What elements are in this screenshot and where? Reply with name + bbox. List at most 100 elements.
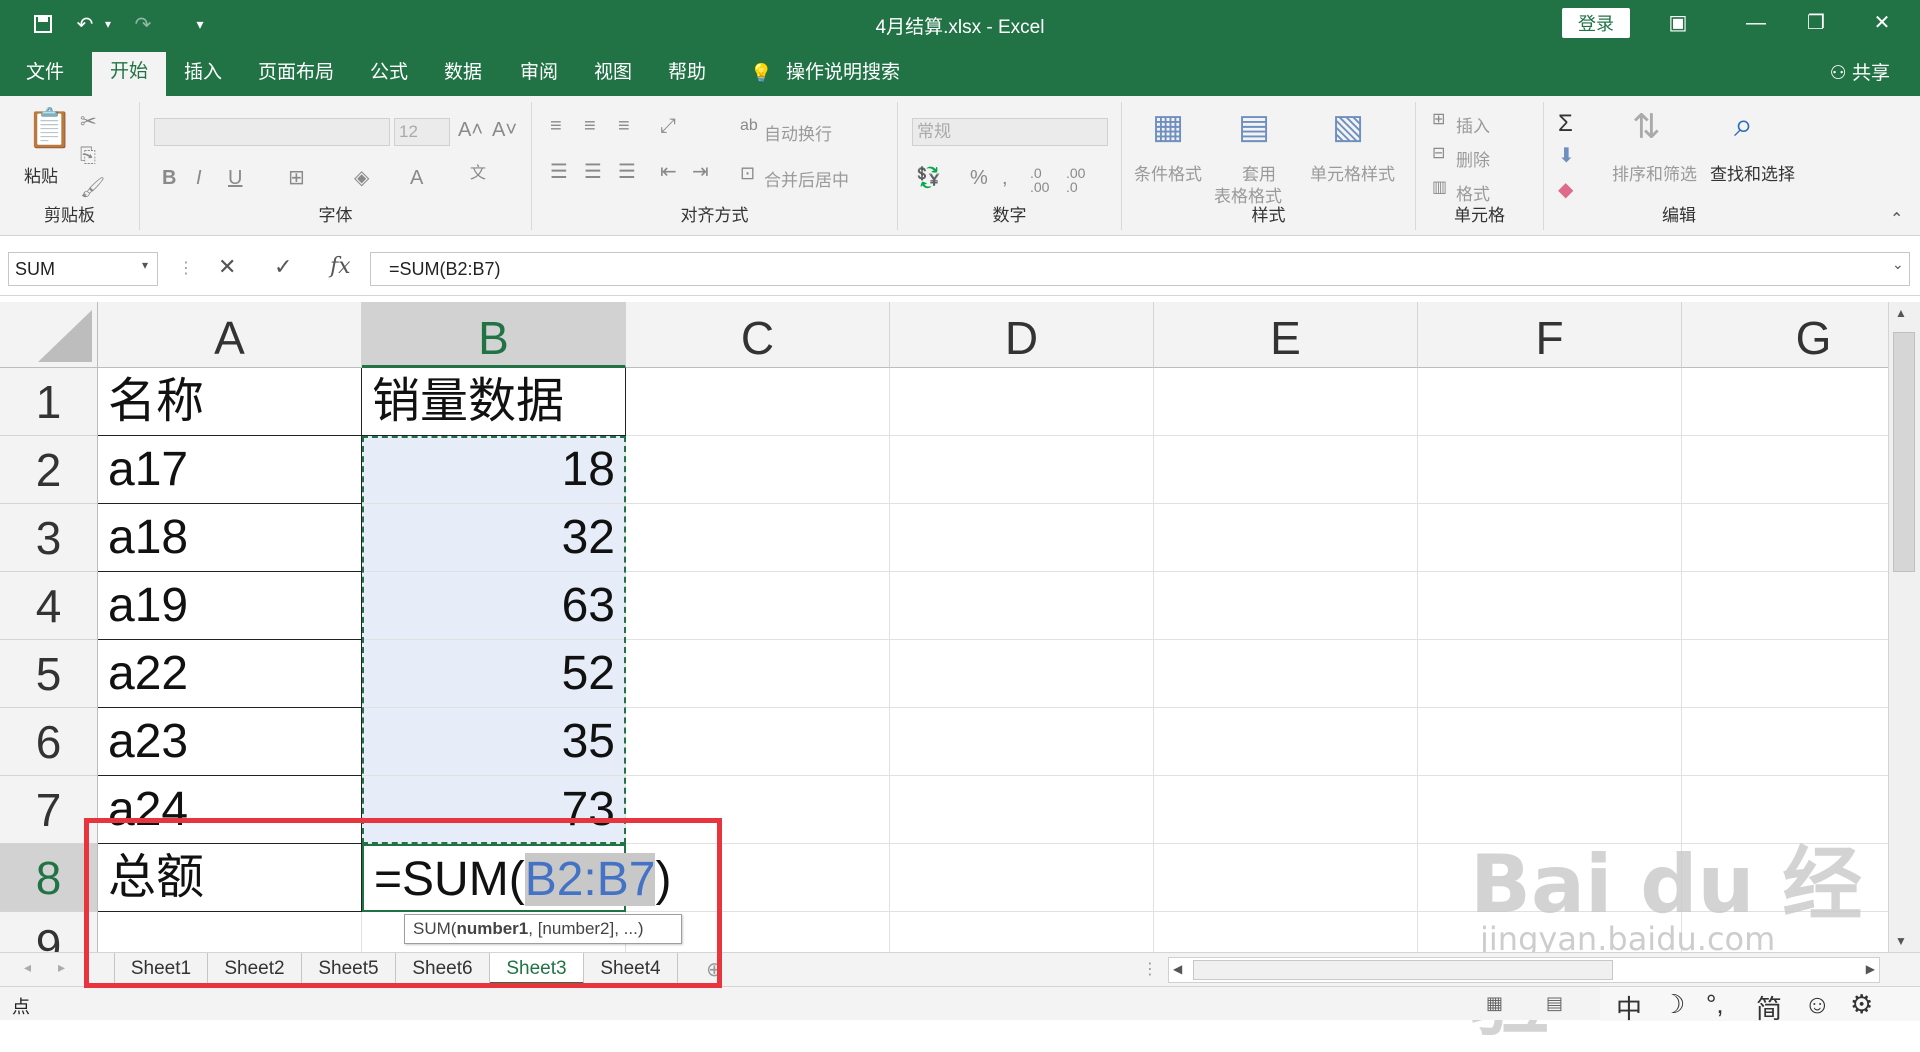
column-header-f[interactable]: F bbox=[1418, 302, 1682, 368]
tab-insert[interactable]: 插入 bbox=[180, 58, 226, 92]
column-header-b[interactable]: B bbox=[362, 302, 626, 368]
cell-a8[interactable]: 总额 bbox=[98, 844, 362, 912]
cut-icon[interactable]: ✂ bbox=[80, 112, 97, 132]
share-button[interactable]: ⚇ 共享 bbox=[1830, 58, 1890, 85]
minimize-icon[interactable]: — bbox=[1736, 8, 1776, 38]
cell-a7[interactable]: a24 bbox=[98, 776, 362, 844]
format-painter-icon[interactable]: 🖌 bbox=[80, 178, 105, 198]
delete-cells-button[interactable]: 删除 bbox=[1456, 146, 1490, 171]
increase-indent-icon[interactable]: ⇥ bbox=[692, 162, 709, 182]
cancel-icon[interactable]: ✕ bbox=[218, 254, 236, 280]
increase-font-icon[interactable]: A˄ bbox=[458, 120, 483, 140]
name-box-dropdown-icon[interactable]: ▾ bbox=[142, 258, 148, 272]
vertical-scroll-thumb[interactable] bbox=[1893, 332, 1915, 572]
paste-button[interactable]: 粘贴 bbox=[24, 162, 58, 187]
cell-b7[interactable]: 73 bbox=[362, 776, 626, 844]
horizontal-scroll-thumb[interactable] bbox=[1193, 960, 1613, 980]
row-header-6[interactable]: 6 bbox=[0, 708, 98, 776]
collapse-ribbon-icon[interactable]: ⌃ bbox=[1890, 212, 1903, 228]
currency-icon[interactable]: 💱 bbox=[916, 168, 941, 188]
align-top-icon[interactable]: ≡ bbox=[550, 116, 562, 136]
cell-a3[interactable]: a18 bbox=[98, 504, 362, 572]
ime-halfwidth-icon[interactable]: ☽ bbox=[1662, 989, 1685, 1020]
merge-center-button[interactable]: 合并后居中 bbox=[764, 166, 849, 191]
tab-review[interactable]: 审阅 bbox=[516, 58, 562, 92]
row-header-4[interactable]: 4 bbox=[0, 572, 98, 640]
fill-icon[interactable]: ⬇ bbox=[1558, 146, 1575, 166]
align-bottom-icon[interactable]: ≡ bbox=[618, 116, 630, 136]
align-center-icon[interactable]: ☰ bbox=[584, 162, 602, 182]
cell-b1[interactable]: 销量数据 bbox=[362, 368, 626, 436]
sheet-tab-4[interactable]: Sheet4 bbox=[584, 953, 678, 985]
tell-me-search[interactable]: 操作说明搜索 bbox=[782, 58, 904, 92]
cell-a4[interactable]: a19 bbox=[98, 572, 362, 640]
cell-a5[interactable]: a22 bbox=[98, 640, 362, 708]
sheet-tab-5[interactable]: Sheet5 bbox=[302, 953, 396, 985]
sheet-tab-1[interactable]: Sheet1 bbox=[114, 953, 208, 985]
cell-a2[interactable]: a17 bbox=[98, 436, 362, 504]
split-handle-icon[interactable]: ⋮ bbox=[1142, 959, 1158, 979]
ime-simplified[interactable]: 简 bbox=[1756, 989, 1782, 1026]
sheet-tab-6[interactable]: Sheet6 bbox=[396, 953, 490, 985]
fill-color-icon[interactable]: ◈ bbox=[354, 168, 369, 188]
row-header-3[interactable]: 3 bbox=[0, 504, 98, 572]
align-middle-icon[interactable]: ≡ bbox=[584, 116, 596, 136]
login-button[interactable]: 登录 bbox=[1562, 8, 1630, 38]
enter-icon[interactable]: ✓ bbox=[274, 254, 292, 280]
underline-icon[interactable]: U bbox=[228, 168, 242, 188]
sheet-tab-3-active[interactable]: Sheet3 bbox=[490, 953, 584, 985]
orientation-icon[interactable]: ⤢ bbox=[660, 116, 676, 136]
page-layout-view-icon[interactable]: ▤ bbox=[1546, 993, 1563, 1014]
increase-decimal-icon[interactable]: .0.00 bbox=[1030, 166, 1049, 194]
autosum-icon[interactable]: Σ bbox=[1558, 112, 1573, 136]
restore-icon[interactable]: ❐ bbox=[1796, 8, 1836, 38]
function-tooltip[interactable]: SUM(number1, [number2], ...) bbox=[404, 914, 682, 944]
italic-icon[interactable]: I bbox=[196, 168, 202, 188]
comma-icon[interactable]: , bbox=[1002, 168, 1008, 188]
tab-data[interactable]: 数据 bbox=[440, 58, 486, 92]
ime-chinese-mode[interactable]: 中 bbox=[1616, 989, 1642, 1026]
decrease-decimal-icon[interactable]: .00.0 bbox=[1066, 166, 1085, 194]
scroll-left-icon[interactable]: ◀ bbox=[1173, 962, 1182, 976]
formula-input[interactable]: =SUM(B2:B7) bbox=[370, 252, 1910, 286]
decrease-font-icon[interactable]: A˅ bbox=[492, 120, 517, 140]
insert-cells-button[interactable]: 插入 bbox=[1456, 112, 1490, 137]
sort-filter-button[interactable]: 排序和筛选 bbox=[1612, 160, 1697, 185]
row-header-7[interactable]: 7 bbox=[0, 776, 98, 844]
tab-file[interactable]: 文件 bbox=[22, 58, 68, 92]
row-header-1[interactable]: 1 bbox=[0, 368, 98, 436]
cell-b3[interactable]: 32 bbox=[362, 504, 626, 572]
bold-icon[interactable]: B bbox=[162, 168, 176, 188]
column-header-g[interactable]: G bbox=[1682, 302, 1888, 368]
column-header-e[interactable]: E bbox=[1154, 302, 1418, 368]
close-icon[interactable]: ✕ bbox=[1862, 8, 1902, 38]
row-header-2[interactable]: 2 bbox=[0, 436, 98, 504]
column-header-d[interactable]: D bbox=[890, 302, 1154, 368]
decrease-indent-icon[interactable]: ⇤ bbox=[660, 162, 677, 182]
row-header-9[interactable]: 9 bbox=[0, 912, 98, 952]
ime-punctuation[interactable]: °, bbox=[1706, 989, 1724, 1020]
name-box[interactable]: SUM bbox=[8, 252, 158, 286]
tab-home[interactable]: 开始 bbox=[92, 52, 167, 96]
scroll-up-icon[interactable]: ▲ bbox=[1895, 306, 1907, 320]
cell-styles-button[interactable]: 单元格样式 bbox=[1310, 160, 1395, 185]
ime-emoji-icon[interactable]: ☺ bbox=[1804, 989, 1831, 1020]
tab-view[interactable]: 视图 bbox=[590, 58, 636, 92]
row-header-5[interactable]: 5 bbox=[0, 640, 98, 708]
phonetic-icon[interactable]: 文 bbox=[470, 166, 486, 182]
tab-help[interactable]: 帮助 bbox=[664, 58, 710, 92]
insert-function-icon[interactable]: fx bbox=[330, 254, 351, 279]
number-format-combo[interactable]: 常规 bbox=[912, 118, 1108, 146]
normal-view-icon[interactable]: ▦ bbox=[1486, 993, 1503, 1014]
font-name-combo[interactable] bbox=[154, 118, 390, 146]
font-size-combo[interactable]: 12 bbox=[394, 118, 450, 146]
drag-handle-icon[interactable]: ⋮ bbox=[178, 258, 194, 278]
next-sheet-icon[interactable]: ▸ bbox=[58, 959, 65, 976]
conditional-format-button[interactable]: 条件格式 bbox=[1134, 160, 1202, 185]
tab-page-layout[interactable]: 页面布局 bbox=[254, 58, 338, 92]
cell-b5[interactable]: 52 bbox=[362, 640, 626, 708]
find-select-button[interactable]: 查找和选择 bbox=[1710, 160, 1795, 185]
add-sheet-icon[interactable]: ⊕ bbox=[706, 957, 723, 982]
cell-b8-editing[interactable]: =SUM(B2:B7) bbox=[362, 844, 671, 912]
cell-a9[interactable] bbox=[98, 912, 362, 952]
